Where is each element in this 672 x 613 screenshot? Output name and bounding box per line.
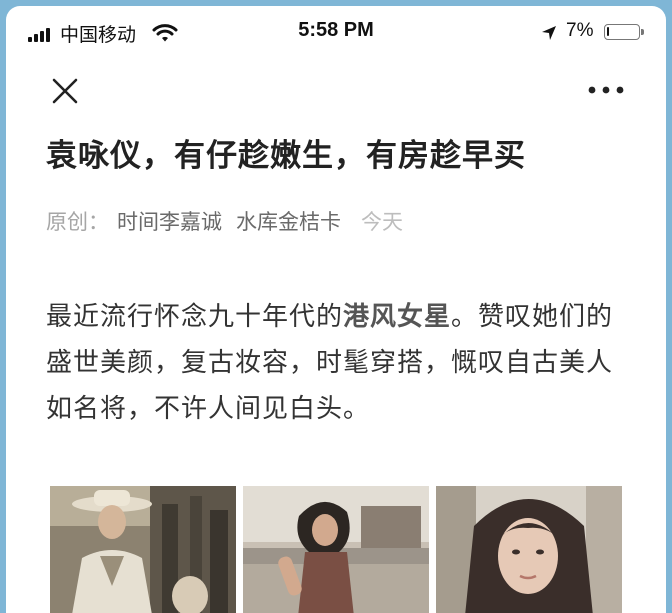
battery-percent: 7% — [566, 20, 594, 41]
phone-screen: 中国移动 5:58 PM 7% 袁咏仪，有仔趁嫩生，有房趁早买 原创： 时间李嘉… — [6, 6, 666, 613]
article-meta: 原创： 时间李嘉诚 水库金桔卡 今天 — [46, 206, 403, 236]
status-bar: 中国移动 5:58 PM 7% — [6, 6, 666, 58]
article-title: 袁咏仪，有仔趁嫩生，有房趁早买 — [46, 138, 526, 174]
paragraph-text-start: 最近流行怀念九十年代的 — [46, 302, 344, 332]
publish-date: 今天 — [361, 210, 403, 234]
highlighted-keyword: 港风女星 — [343, 302, 452, 332]
nav-bar — [6, 58, 666, 118]
original-label: 原创： — [46, 210, 109, 234]
account-link[interactable]: 水库金桔卡 — [236, 210, 341, 234]
author-link[interactable]: 时间李嘉诚 — [117, 210, 222, 234]
photo-woman-in-hat[interactable] — [50, 486, 236, 613]
location-arrow-icon — [542, 26, 556, 40]
photo-row — [50, 486, 640, 613]
article-paragraph: 最近流行怀念九十年代的港风女星。赞叹她们的盛世美颜，复古妆容，时髦穿搭，慨叹自古… — [46, 294, 636, 432]
more-icon — [588, 86, 624, 94]
close-icon — [52, 78, 78, 104]
battery-icon — [604, 24, 644, 40]
photo-woman-long-hair[interactable] — [436, 486, 622, 613]
more-button[interactable] — [584, 78, 628, 102]
close-button[interactable] — [48, 74, 82, 108]
photo-woman-rooftop[interactable] — [243, 486, 429, 613]
battery-level — [607, 27, 609, 36]
